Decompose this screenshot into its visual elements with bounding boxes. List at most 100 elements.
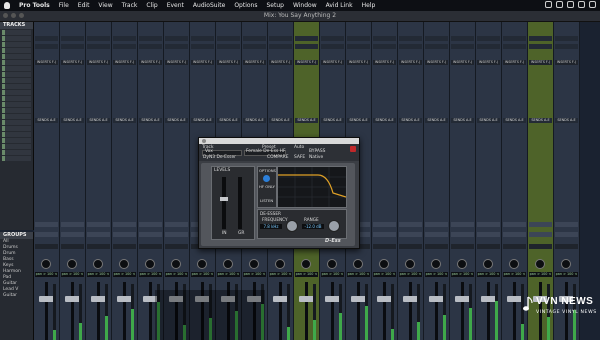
output-selector[interactable]: [529, 232, 552, 237]
frequency-knob[interactable]: [286, 220, 298, 232]
insert-slot[interactable]: [555, 44, 578, 49]
menu-options[interactable]: Options: [234, 2, 257, 9]
volume-fader[interactable]: [273, 296, 288, 302]
insert-slot[interactable]: [529, 36, 552, 41]
dropbox-icon[interactable]: [545, 1, 552, 8]
insert-slot[interactable]: [399, 36, 422, 41]
automation-mode[interactable]: [139, 244, 162, 249]
insert-slot[interactable]: [477, 44, 500, 49]
track-list-row[interactable]: [2, 90, 31, 95]
automation-mode[interactable]: [87, 244, 110, 249]
pan-knob[interactable]: [509, 259, 519, 269]
input-selector[interactable]: [425, 222, 448, 227]
track-list-row[interactable]: [2, 102, 31, 107]
insert-slot[interactable]: [347, 36, 370, 41]
input-selector[interactable]: [165, 222, 188, 227]
automation-mode[interactable]: [503, 244, 526, 249]
track-list-row[interactable]: [2, 138, 31, 143]
insert-slot[interactable]: [503, 44, 526, 49]
control-center-icon[interactable]: [589, 1, 596, 8]
pan-knob[interactable]: [535, 259, 545, 269]
output-selector[interactable]: [451, 232, 474, 237]
output-selector[interactable]: [61, 232, 84, 237]
pan-knob[interactable]: [119, 259, 129, 269]
volume-fader[interactable]: [299, 296, 314, 302]
input-selector[interactable]: [113, 222, 136, 227]
hf-only-toggle[interactable]: [263, 175, 270, 182]
insert-slot[interactable]: [399, 44, 422, 49]
input-selector[interactable]: [451, 222, 474, 227]
frequency-value[interactable]: 7.8 kHz: [260, 224, 282, 229]
output-selector[interactable]: [373, 232, 396, 237]
menu-window[interactable]: Window: [293, 2, 317, 9]
insert-slot[interactable]: [87, 36, 110, 41]
pan-knob[interactable]: [353, 259, 363, 269]
volume-fader[interactable]: [377, 296, 392, 302]
insert-slot[interactable]: [217, 36, 240, 41]
track-list-row[interactable]: [2, 156, 31, 161]
automation-mode[interactable]: [529, 244, 552, 249]
input-selector[interactable]: [35, 222, 58, 227]
insert-slot[interactable]: [139, 36, 162, 41]
insert-slot[interactable]: [425, 44, 448, 49]
group-item[interactable]: Guitar: [0, 293, 33, 299]
volume-fader[interactable]: [429, 296, 444, 302]
automation-mode[interactable]: [373, 244, 396, 249]
pan-knob[interactable]: [301, 259, 311, 269]
track-list-row[interactable]: [2, 150, 31, 155]
track-list-row[interactable]: [2, 126, 31, 131]
insert-slot[interactable]: [61, 36, 84, 41]
output-selector[interactable]: [113, 232, 136, 237]
pan-knob[interactable]: [171, 259, 181, 269]
track-list-row[interactable]: [2, 42, 31, 47]
track-list-row[interactable]: [2, 30, 31, 35]
track-list-row[interactable]: [2, 84, 31, 89]
wifi-icon[interactable]: [556, 1, 563, 8]
insert-slot[interactable]: [243, 36, 266, 41]
tracks-panel-title[interactable]: TRACKS: [0, 22, 33, 29]
input-selector[interactable]: [503, 222, 526, 227]
app-menu[interactable]: Pro Tools: [19, 2, 50, 9]
track-list-row[interactable]: [2, 114, 31, 119]
output-selector[interactable]: [139, 232, 162, 237]
track-list-row[interactable]: [2, 78, 31, 83]
pan-knob[interactable]: [431, 259, 441, 269]
track-list-row[interactable]: [2, 132, 31, 137]
volume-fader[interactable]: [91, 296, 106, 302]
menu-file[interactable]: File: [59, 2, 69, 9]
battery-icon[interactable]: [567, 1, 574, 8]
insert-slot[interactable]: [451, 36, 474, 41]
insert-slot[interactable]: [269, 44, 292, 49]
volume-fader[interactable]: [455, 296, 470, 302]
insert-slot[interactable]: [373, 44, 396, 49]
safe-button[interactable]: SAFE: [294, 155, 305, 160]
pan-knob[interactable]: [327, 259, 337, 269]
pan-knob[interactable]: [275, 259, 285, 269]
groups-panel-title[interactable]: GROUPS: [0, 232, 33, 239]
plugin-selector[interactable]: DyN3 De-Esser: [203, 155, 236, 160]
insert-slot[interactable]: [35, 44, 58, 49]
insert-slot[interactable]: [321, 44, 344, 49]
insert-slot[interactable]: [217, 44, 240, 49]
automation-mode[interactable]: [399, 244, 422, 249]
pan-knob[interactable]: [405, 259, 415, 269]
insert-slot[interactable]: [243, 44, 266, 49]
menu-help[interactable]: Help: [362, 2, 376, 9]
menu-clip[interactable]: Clip: [146, 2, 157, 9]
menu-edit[interactable]: Edit: [78, 2, 90, 9]
input-selector[interactable]: [87, 222, 110, 227]
automation-mode[interactable]: [61, 244, 84, 249]
output-selector[interactable]: [87, 232, 110, 237]
pan-knob[interactable]: [41, 259, 51, 269]
search-icon[interactable]: [578, 1, 585, 8]
track-list-row[interactable]: [2, 144, 31, 149]
insert-slot[interactable]: [165, 44, 188, 49]
range-knob[interactable]: [328, 220, 340, 232]
range-value[interactable]: -12.0 dB: [302, 224, 324, 229]
volume-fader[interactable]: [481, 296, 496, 302]
insert-slot[interactable]: [295, 44, 318, 49]
insert-slot[interactable]: [139, 44, 162, 49]
output-selector[interactable]: [399, 232, 422, 237]
output-selector[interactable]: [425, 232, 448, 237]
menu-track[interactable]: Track: [122, 2, 138, 9]
